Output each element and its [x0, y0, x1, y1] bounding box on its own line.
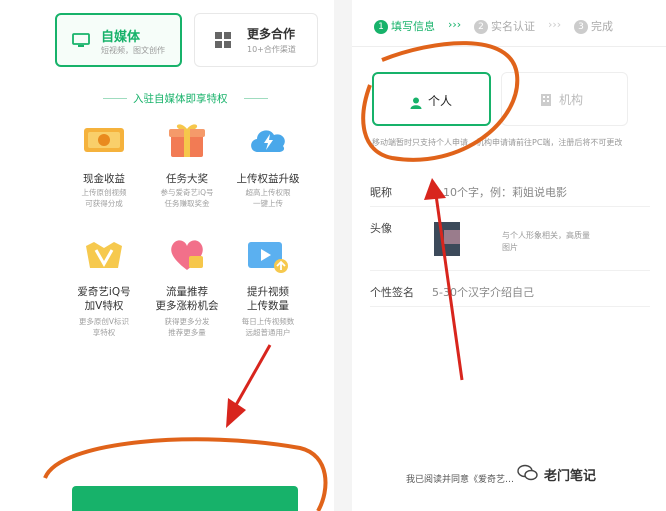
annotation-arrow-right	[424, 178, 464, 381]
right-screenshot-panel: 1 填写信息 ››› 2 实名认证 ››› 3 完成 个人 机构 移动端暂时只支持个人…	[352, 0, 666, 511]
panel-gap	[334, 0, 352, 511]
annotation-circle-left	[43, 437, 328, 511]
left-screenshot-panel: 自媒体 短视频，图文创作 更多合作 10+合作渠道 入驻自媒体即享特权 现金收益…	[0, 0, 334, 511]
